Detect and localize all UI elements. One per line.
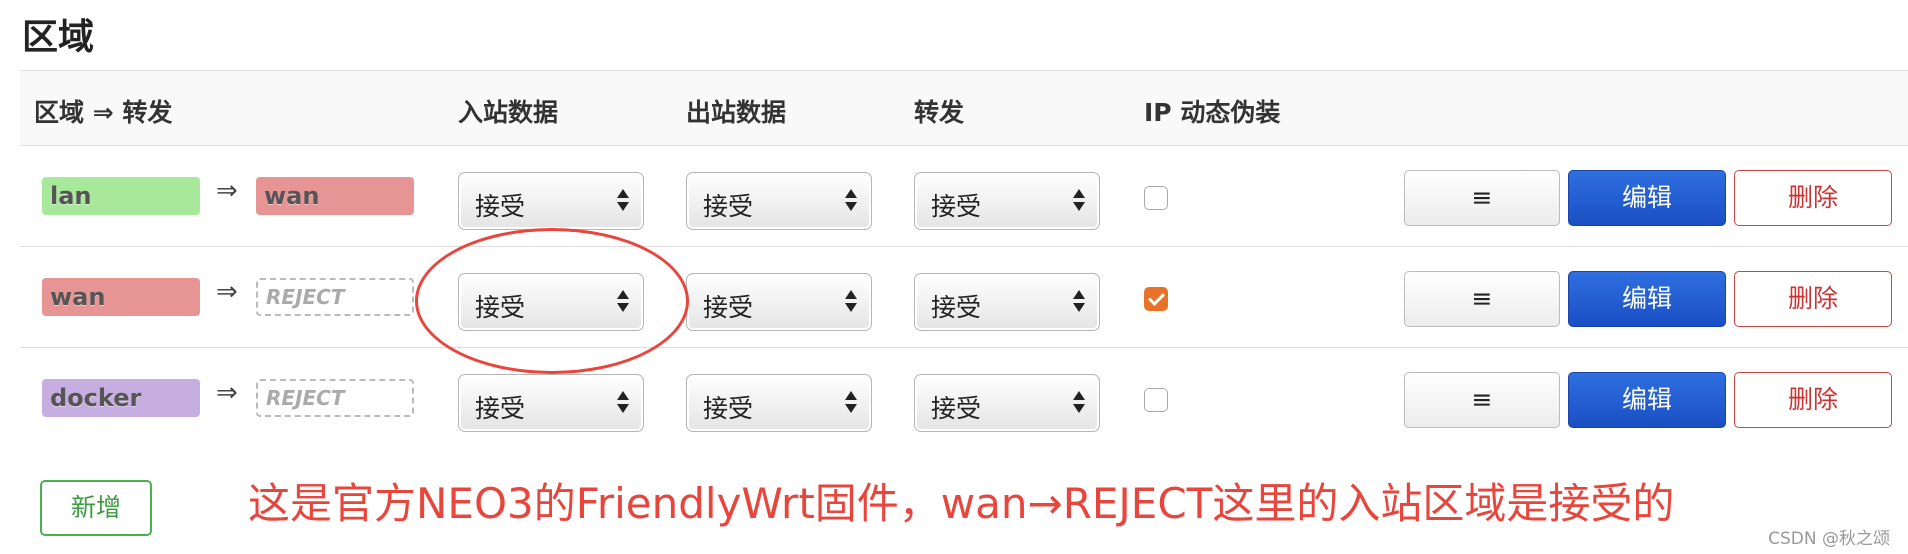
table-row: lan ⇒ wan 接受 接受 接受 ≡ 编辑 删除 xyxy=(20,146,1908,247)
zone-badge-lan: lan xyxy=(42,177,200,215)
updown-caret-icon xyxy=(617,290,629,312)
output-select-value: 接受 xyxy=(703,192,754,221)
masquerade-checkbox[interactable] xyxy=(1144,388,1168,412)
zone-badge-docker: docker xyxy=(42,379,200,417)
updown-caret-icon xyxy=(1073,290,1085,312)
delete-button[interactable]: 删除 xyxy=(1734,271,1892,327)
delete-button[interactable]: 删除 xyxy=(1734,170,1892,226)
watermark: CSDN @秋之颂 xyxy=(1768,529,1890,549)
forward-select[interactable]: 接受 xyxy=(914,273,1100,331)
table-row: docker ⇒ REJECT 接受 接受 接受 ≡ 编辑 删除 xyxy=(20,348,1908,448)
forward-arrow: ⇒ xyxy=(216,277,238,307)
output-select[interactable]: 接受 xyxy=(686,172,872,230)
header-masquerade: IP 动态伪装 xyxy=(1144,98,1281,127)
forward-arrow: ⇒ xyxy=(216,378,238,408)
updown-caret-icon xyxy=(845,391,857,413)
forward-arrow: ⇒ xyxy=(216,176,238,206)
table-row: wan ⇒ REJECT 接受 接受 接受 ≡ 编辑 删除 xyxy=(20,247,1908,348)
updown-caret-icon xyxy=(845,290,857,312)
forward-select-value: 接受 xyxy=(931,293,982,322)
output-select[interactable]: 接受 xyxy=(686,273,872,331)
output-select-value: 接受 xyxy=(703,293,754,322)
header-forward: 转发 xyxy=(914,98,965,127)
input-select[interactable]: 接受 xyxy=(458,273,644,331)
updown-caret-icon xyxy=(617,391,629,413)
delete-button[interactable]: 删除 xyxy=(1734,372,1892,428)
forward-select-value: 接受 xyxy=(931,192,982,221)
menu-button[interactable]: ≡ xyxy=(1404,372,1560,428)
forward-select-value: 接受 xyxy=(931,394,982,423)
masquerade-checkbox[interactable] xyxy=(1144,186,1168,210)
header-input: 入站数据 xyxy=(458,98,559,127)
output-select[interactable]: 接受 xyxy=(686,374,872,432)
dest-badge-reject: REJECT xyxy=(256,278,414,316)
edit-button[interactable]: 编辑 xyxy=(1568,170,1726,226)
dest-badge-wan: wan xyxy=(256,177,414,215)
header-output: 出站数据 xyxy=(686,98,787,127)
edit-button[interactable]: 编辑 xyxy=(1568,372,1726,428)
input-select[interactable]: 接受 xyxy=(458,374,644,432)
masquerade-checkbox[interactable] xyxy=(1144,287,1168,311)
input-select-value: 接受 xyxy=(475,192,526,221)
updown-caret-icon xyxy=(617,189,629,211)
forward-select[interactable]: 接受 xyxy=(914,374,1100,432)
table-header: 区域 ⇒ 转发 入站数据 出站数据 转发 IP 动态伪装 xyxy=(20,70,1908,146)
add-zone-button[interactable]: 新增 xyxy=(40,480,152,536)
zones-table: 区域 ⇒ 转发 入站数据 出站数据 转发 IP 动态伪装 lan ⇒ wan 接… xyxy=(20,70,1908,448)
updown-caret-icon xyxy=(1073,391,1085,413)
updown-caret-icon xyxy=(1073,189,1085,211)
zone-badge-wan: wan xyxy=(42,278,200,316)
input-select[interactable]: 接受 xyxy=(458,172,644,230)
forward-select[interactable]: 接受 xyxy=(914,172,1100,230)
menu-button[interactable]: ≡ xyxy=(1404,170,1560,226)
header-zone-forward: 区域 ⇒ 转发 xyxy=(34,98,173,127)
updown-caret-icon xyxy=(845,189,857,211)
section-title: 区域 xyxy=(22,17,95,58)
edit-button[interactable]: 编辑 xyxy=(1568,271,1726,327)
input-select-value: 接受 xyxy=(475,394,526,423)
dest-badge-reject: REJECT xyxy=(256,379,414,417)
output-select-value: 接受 xyxy=(703,394,754,423)
input-select-value: 接受 xyxy=(475,293,526,322)
annotation-text: 这是官方NEO3的FriendlyWrt固件，wan→REJECT这里的入站区域… xyxy=(248,479,1675,528)
menu-button[interactable]: ≡ xyxy=(1404,271,1560,327)
